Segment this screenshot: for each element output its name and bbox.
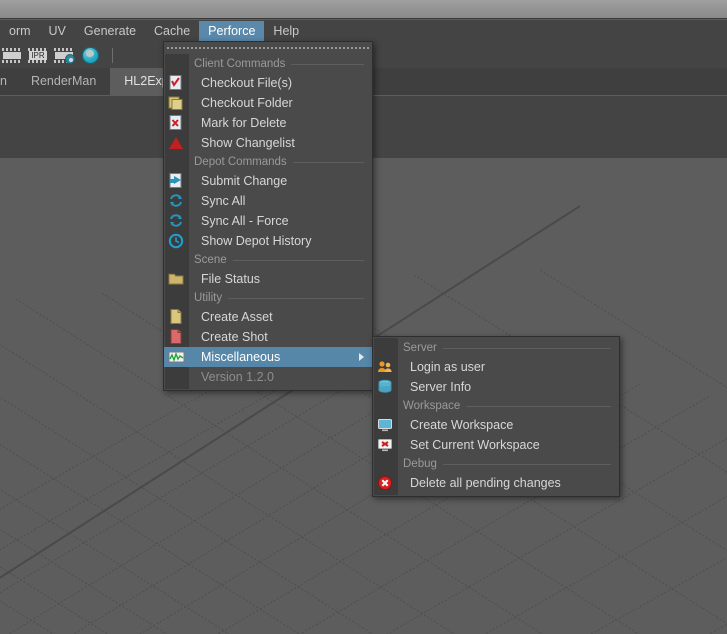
red-document-icon: [168, 329, 185, 345]
render-settings-icon[interactable]: [52, 44, 76, 66]
submenu-section-server: Server: [373, 339, 619, 357]
section-title: Debug: [403, 458, 437, 470]
submenu-item-label: Delete all pending changes: [410, 476, 561, 490]
sync-force-icon: [168, 213, 185, 229]
menu-item-create-shot[interactable]: Create Shot: [164, 327, 372, 347]
document-check-icon: [168, 75, 185, 91]
section-title: Utility: [194, 292, 223, 304]
submenu-item-label: Server Info: [410, 380, 472, 394]
submenu-item-login-as-user[interactable]: Login as user: [373, 357, 619, 377]
sync-icon: [168, 193, 185, 209]
folder-icon: [168, 271, 185, 287]
section-title: Depot Commands: [194, 156, 287, 168]
menu-item-label: Sync All: [201, 194, 246, 208]
menu-item-label: Checkout File(s): [201, 76, 292, 90]
shelf-tab-renderman[interactable]: RenderMan: [16, 68, 111, 95]
submenu-section-workspace: Workspace: [373, 397, 619, 415]
menu-item-show-changelist[interactable]: Show Changelist: [164, 133, 372, 153]
render-view-icon[interactable]: [78, 44, 102, 66]
yellow-document-icon: [168, 309, 185, 325]
menubar-item-generate[interactable]: Generate: [75, 21, 145, 42]
document-delete-icon: [168, 115, 185, 131]
menubar-item-perforce[interactable]: Perforce: [199, 20, 265, 42]
menu-section-scene: Scene: [164, 251, 372, 269]
menu-item-mark-for-delete[interactable]: Mark for Delete: [164, 113, 372, 133]
menu-item-create-asset[interactable]: Create Asset: [164, 307, 372, 327]
shelf-tab-partial[interactable]: n: [0, 68, 17, 95]
menu-item-label: Checkout Folder: [201, 96, 293, 110]
menu-item-label: Show Depot History: [201, 234, 312, 248]
maya-application-window: orm UV Generate Cache Perforce Help IPR …: [0, 0, 727, 634]
menu-item-label: Sync All - Force: [201, 214, 289, 228]
menubar-item-cache[interactable]: Cache: [145, 21, 199, 42]
submenu-item-label: Set Current Workspace: [410, 438, 540, 452]
menu-item-checkout-files[interactable]: Checkout File(s): [164, 73, 372, 93]
menu-item-label: Mark for Delete: [201, 116, 287, 130]
section-title: Server: [403, 342, 437, 354]
menu-section-depot-commands: Depot Commands: [164, 153, 372, 171]
menu-item-sync-all[interactable]: Sync All: [164, 191, 372, 211]
perforce-dropdown-menu[interactable]: Client Commands Checkout File(s) Checkou…: [163, 41, 373, 391]
submenu-item-delete-all-pending-changes[interactable]: Delete all pending changes: [373, 473, 619, 493]
clock-history-icon: [168, 233, 185, 249]
submenu-item-label: Create Workspace: [410, 418, 514, 432]
menu-item-submit-change[interactable]: Submit Change: [164, 171, 372, 191]
menu-item-miscellaneous[interactable]: Miscellaneous: [164, 347, 372, 367]
submenu-item-label: Login as user: [410, 360, 486, 374]
menu-section-utility: Utility: [164, 289, 372, 307]
folder-copy-icon: [168, 95, 185, 111]
graph-icon: [168, 349, 185, 365]
main-menu-bar: orm UV Generate Cache Perforce Help: [0, 20, 727, 42]
menu-item-label: File Status: [201, 272, 261, 286]
menu-item-label: Submit Change: [201, 174, 288, 188]
monitor-delete-icon: [377, 437, 394, 453]
menubar-item-deform[interactable]: orm: [0, 21, 40, 42]
menu-item-version: Version 1.2.0: [164, 367, 372, 387]
menu-item-file-status[interactable]: File Status: [164, 269, 372, 289]
section-title: Scene: [194, 254, 227, 266]
submenu-item-set-current-workspace[interactable]: Set Current Workspace: [373, 435, 619, 455]
users-icon: [377, 359, 394, 375]
render-current-frame-icon[interactable]: [0, 44, 24, 66]
section-title: Workspace: [403, 400, 461, 412]
menu-item-label: Show Changelist: [201, 136, 295, 150]
miscellaneous-submenu[interactable]: Server Login as user Server Info Workspa…: [372, 336, 620, 497]
menu-item-sync-all-force[interactable]: Sync All - Force: [164, 211, 372, 231]
menu-item-label: Create Shot: [201, 330, 268, 344]
menu-item-label: Create Asset: [201, 310, 273, 324]
section-title: Client Commands: [194, 58, 286, 70]
database-icon: [377, 379, 394, 395]
submenu-item-server-info[interactable]: Server Info: [373, 377, 619, 397]
menu-item-label: Version 1.2.0: [201, 370, 274, 384]
ipr-render-icon[interactable]: IPR: [26, 44, 50, 66]
menu-section-client-commands: Client Commands: [164, 55, 372, 73]
red-x-circle-icon: [377, 475, 394, 491]
toolbar-separator: [112, 47, 113, 63]
menu-item-checkout-folder[interactable]: Checkout Folder: [164, 93, 372, 113]
submenu-arrow-icon: [359, 353, 364, 361]
window-title-bar: [0, 0, 727, 19]
menu-item-show-depot-history[interactable]: Show Depot History: [164, 231, 372, 251]
ipr-label: IPR: [29, 50, 47, 60]
submit-arrow-icon: [168, 173, 185, 189]
monitor-icon: [377, 417, 394, 433]
submenu-item-create-workspace[interactable]: Create Workspace: [373, 415, 619, 435]
menubar-item-uv[interactable]: UV: [40, 21, 75, 42]
menu-tearoff-handle[interactable]: [165, 43, 371, 53]
submenu-section-debug: Debug: [373, 455, 619, 473]
red-triangle-icon: [168, 135, 185, 151]
menu-item-label: Miscellaneous: [201, 350, 281, 364]
menubar-item-help[interactable]: Help: [264, 21, 308, 42]
